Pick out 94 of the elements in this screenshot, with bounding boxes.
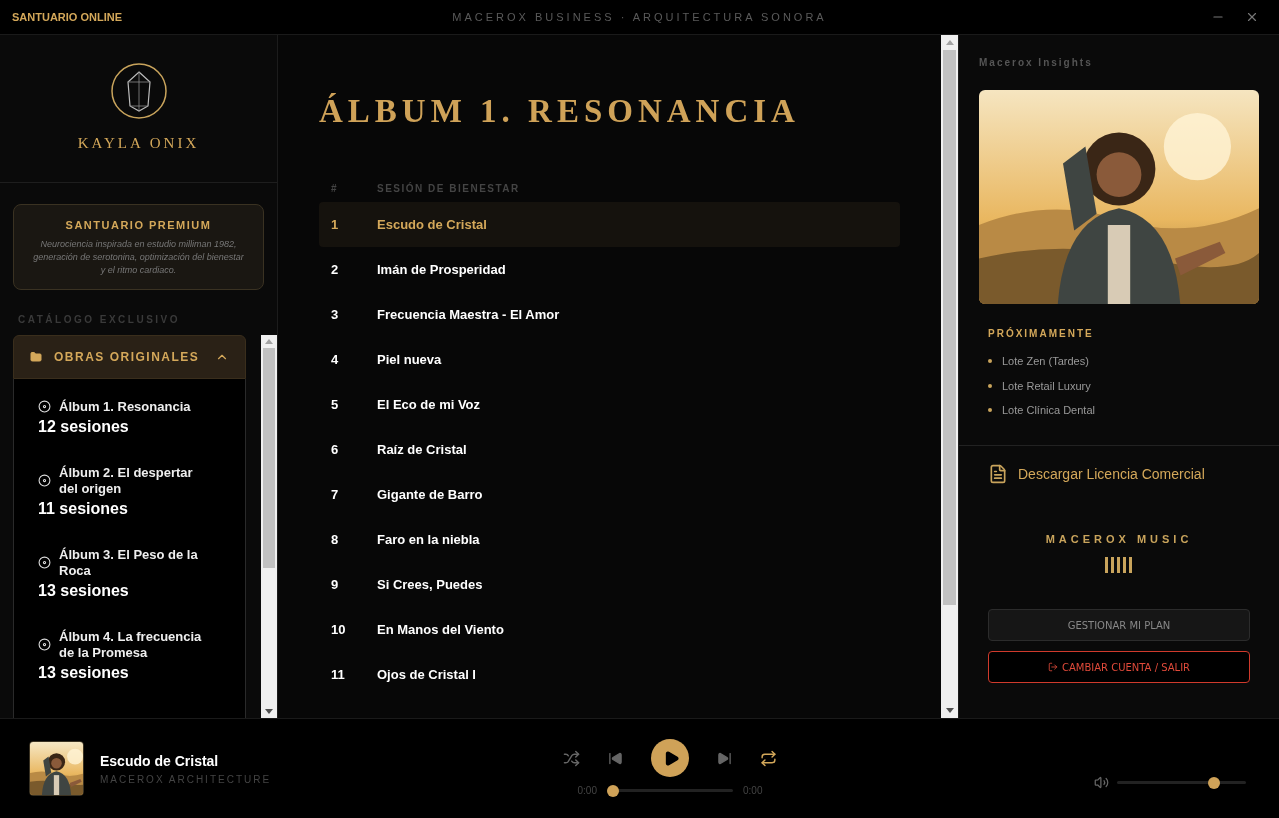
track-title: Ojos de Cristal I	[377, 665, 476, 684]
track-row[interactable]: 6 Raíz de Cristal	[319, 427, 900, 472]
app-name: SANTUARIO ONLINE	[12, 9, 123, 25]
play-button[interactable]	[651, 739, 689, 777]
track-title: Faro en la niebla	[377, 530, 480, 549]
track-number: 2	[331, 260, 340, 279]
track-title: Raíz de Cristal	[377, 440, 467, 459]
track-row[interactable]: 1 Escudo de Cristal	[319, 202, 900, 247]
bullet-icon	[988, 408, 992, 413]
album-item[interactable]: Álbum 2. El despertar del origen 11 sesiones	[38, 464, 213, 521]
session-count: 13 sesiones	[38, 662, 130, 683]
volume-slider[interactable]	[1117, 776, 1246, 789]
album-title: Álbum 2. El despertar del origen	[59, 464, 194, 497]
scrollbar[interactable]	[261, 334, 277, 718]
scrollbar[interactable]	[941, 35, 958, 718]
track-row[interactable]: 7 Gigante de Barro	[319, 472, 900, 517]
disc-icon	[38, 400, 51, 413]
panel-title: Macerox Insights	[979, 56, 1094, 70]
track-title: Gigante de Barro	[377, 485, 483, 504]
disc-icon	[38, 638, 51, 651]
duration-time: 0:00	[743, 784, 763, 798]
brand-name: MACEROX MUSIC	[1045, 531, 1193, 547]
session-count: 13 sesiones	[38, 580, 130, 601]
elapsed-time: 0:00	[577, 784, 597, 798]
album-title: Álbum 4. La frecuencia de la Promesa	[59, 628, 203, 661]
track-row[interactable]: 11 Ojos de Cristal I	[319, 652, 900, 697]
artist-name: KAYLA ONIX	[77, 134, 200, 154]
track-number: 3	[331, 305, 340, 324]
progress-slider[interactable]	[607, 784, 733, 797]
equalizer-icon	[1104, 557, 1134, 573]
disc-icon	[38, 556, 51, 569]
logout-button[interactable]: CAMBIAR CUENTA / SALIR	[988, 651, 1250, 683]
track-row[interactable]: 8 Faro en la niebla	[319, 517, 900, 562]
logout-icon	[1047, 662, 1058, 672]
track-number: 4	[331, 350, 340, 369]
track-row[interactable]: 4 Piel nueva	[319, 337, 900, 382]
plan-button[interactable]: GESTIONAR MI PLAN	[988, 609, 1250, 641]
track-title: En Manos del Viento	[377, 620, 504, 639]
album-item[interactable]: Álbum 3. El Peso de la Roca 13 sesiones	[38, 546, 213, 603]
pdf-file-icon	[988, 464, 1008, 484]
previous-icon[interactable]	[608, 750, 623, 766]
upcoming-item: Lote Clínica Dental	[1002, 403, 1095, 418]
track-title: Piel nueva	[377, 350, 442, 369]
folder-header[interactable]: OBRAS ORIGINALES	[13, 334, 246, 379]
track-number: 7	[331, 485, 340, 504]
track-number: 9	[331, 575, 340, 594]
shuffle-icon[interactable]	[563, 749, 580, 767]
premium-title: SANTUARIO PREMIUM	[65, 218, 212, 233]
volume-icon[interactable]	[1094, 775, 1109, 790]
album-title: Álbum 3. El Peso de la Roca	[59, 546, 199, 579]
bullet-icon	[988, 359, 992, 364]
column-header: #	[331, 181, 340, 196]
premium-description: Neurociencia inspirada en estudio milliman 1982, generación de serotonina, optimización del bienestar y el ritmo cardiaco.	[32, 237, 245, 277]
crystal-logo	[109, 62, 168, 121]
track-row[interactable]: 5 El Eco de mi Voz	[319, 382, 900, 427]
track-row[interactable]: 3 Frecuencia Maestra - El Amor	[319, 292, 900, 337]
album-item[interactable]: Álbum 4. La frecuencia de la Promesa 13 sesiones	[38, 628, 213, 685]
track-title: El Eco de mi Voz	[377, 395, 481, 414]
track-number: 11	[331, 665, 346, 684]
track-row[interactable]: 2 Imán de Prosperidad	[319, 247, 900, 292]
track-number: 10	[331, 620, 347, 639]
close-icon[interactable]	[1245, 10, 1259, 24]
license-link[interactable]: Descargar Licencia Comercial	[988, 463, 1250, 485]
album-title: Álbum 1. Resonancia	[59, 398, 191, 415]
track-row[interactable]: 10 En Manos del Viento	[319, 607, 900, 652]
track-title: Imán de Prosperidad	[377, 260, 506, 279]
window-title: MACEROX BUSINESS · ARQUITECTURA SONORA	[451, 9, 828, 25]
now-playing-artist: MACEROX ARCHITECTURE	[100, 772, 273, 787]
track-number: 1	[331, 215, 340, 234]
track-title: Si Crees, Puedes	[377, 575, 483, 594]
track-row[interactable]: 9 Si Crees, Puedes	[319, 562, 900, 607]
album-heading: ÁLBUM 1. RESONANCIA	[319, 95, 801, 128]
disc-icon	[38, 474, 51, 487]
scroll-down-icon[interactable]	[945, 708, 954, 713]
session-count: 11 sesiones	[38, 498, 129, 519]
track-number: 8	[331, 530, 340, 549]
upcoming-item: Lote Zen (Tardes)	[1002, 354, 1089, 369]
repeat-icon[interactable]	[760, 749, 777, 767]
track-title: Escudo de Cristal	[377, 215, 487, 234]
track-number: 5	[331, 395, 340, 414]
track-title: Frecuencia Maestra - El Amor	[377, 305, 560, 324]
session-count: 12 sesiones	[38, 416, 130, 437]
upcoming-item: Lote Retail Luxury	[1002, 378, 1091, 394]
track-number: 6	[331, 440, 340, 459]
scroll-up-icon[interactable]	[265, 338, 273, 344]
album-item[interactable]: Álbum 1. Resonancia 12 sesiones	[38, 398, 213, 439]
folder-icon	[30, 350, 42, 363]
now-playing-title: Escudo de Cristal	[100, 751, 220, 771]
scroll-down-icon[interactable]	[265, 709, 273, 714]
scroll-up-icon[interactable]	[945, 40, 954, 45]
upcoming-title: PRÓXIMAMENTE	[988, 326, 1095, 341]
next-icon[interactable]	[717, 750, 732, 766]
bullet-icon	[988, 383, 992, 388]
column-header: SESIÓN DE BIENESTAR	[377, 181, 520, 196]
